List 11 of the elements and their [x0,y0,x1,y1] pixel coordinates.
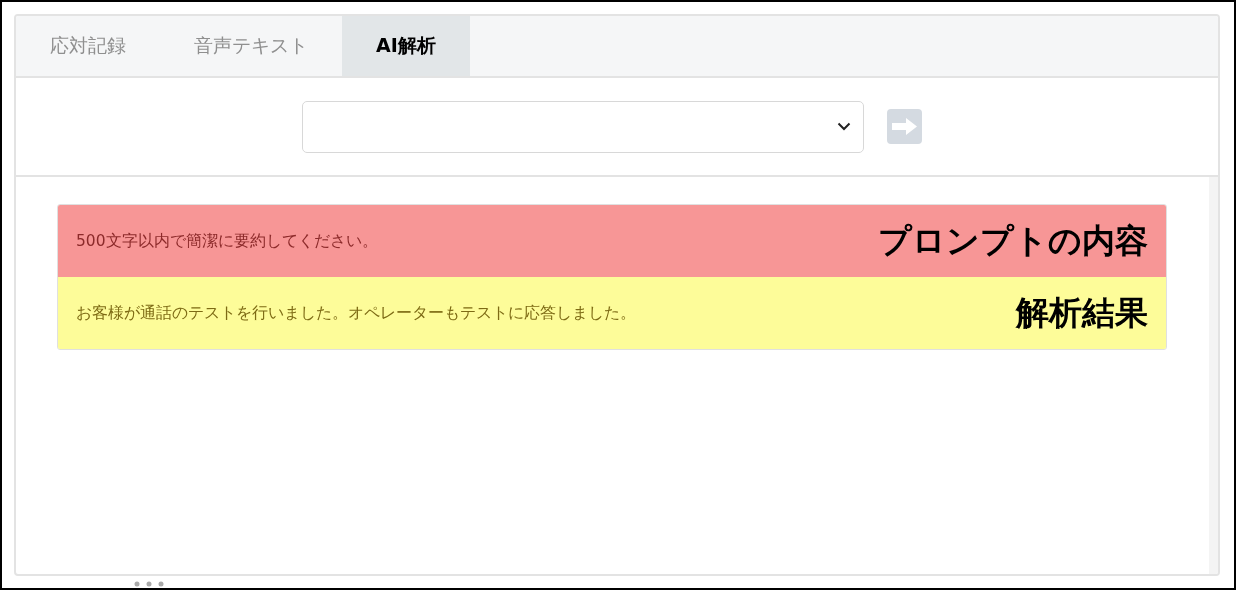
annotation-label: 解析結果 [1016,291,1148,334]
arrow-right-icon [891,117,918,136]
tab[interactable]: 音声テキスト [160,16,342,76]
tab[interactable]: AI解析 [342,16,470,76]
chevron-down-icon [837,122,851,131]
result-text: お客様が通話のテストを行いました。オペレーターもテストに応答しました。 [76,302,636,324]
tab[interactable]: 応対記録 [16,16,160,76]
resize-handle-icon[interactable] [134,581,164,587]
prompt-text: 500文字以内で簡潔に要約してください。 [76,230,378,252]
annotation-label: プロンプトの内容 [878,219,1148,262]
dropdown-select[interactable] [302,100,864,153]
